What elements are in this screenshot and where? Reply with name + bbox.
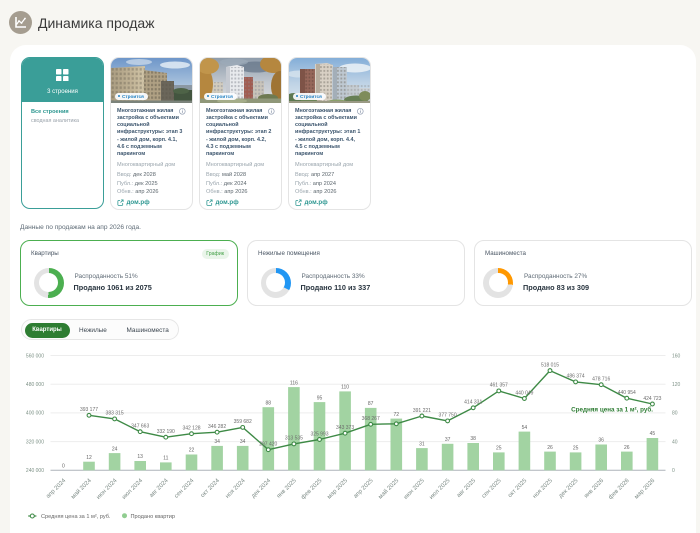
svg-text:мар 2025: мар 2025 bbox=[327, 478, 350, 501]
svg-text:дек 2024: дек 2024 bbox=[251, 478, 273, 500]
svg-text:июн 2024: июн 2024 bbox=[96, 478, 119, 501]
svg-text:40: 40 bbox=[672, 439, 678, 445]
svg-text:478 716: 478 716 bbox=[592, 377, 610, 383]
svg-text:347 663: 347 663 bbox=[131, 424, 149, 430]
svg-text:0: 0 bbox=[672, 468, 675, 474]
svg-text:240 000: 240 000 bbox=[26, 468, 44, 474]
svg-text:26: 26 bbox=[547, 445, 553, 451]
svg-text:440 954: 440 954 bbox=[618, 390, 636, 396]
svg-text:ноя 2025: ноя 2025 bbox=[532, 478, 554, 500]
svg-text:560 000: 560 000 bbox=[26, 353, 44, 359]
svg-text:11: 11 bbox=[163, 456, 168, 462]
svg-text:34: 34 bbox=[214, 439, 220, 445]
svg-text:120: 120 bbox=[672, 382, 681, 388]
svg-text:359 682: 359 682 bbox=[234, 419, 252, 425]
svg-text:июл 2024: июл 2024 bbox=[121, 478, 144, 501]
svg-text:май 2025: май 2025 bbox=[377, 477, 401, 501]
svg-text:110: 110 bbox=[341, 385, 349, 391]
svg-text:80: 80 bbox=[672, 411, 678, 417]
svg-text:июл 2025: июл 2025 bbox=[429, 478, 452, 501]
svg-text:апр 2024: апр 2024 bbox=[45, 478, 67, 500]
svg-text:авг 2024: авг 2024 bbox=[149, 478, 170, 499]
svg-text:313 535: 313 535 bbox=[285, 436, 303, 442]
svg-text:325 993: 325 993 bbox=[310, 431, 328, 437]
svg-text:486 374: 486 374 bbox=[567, 374, 585, 380]
svg-text:дек 2025: дек 2025 bbox=[558, 478, 580, 500]
svg-text:377 750: 377 750 bbox=[439, 413, 457, 419]
svg-text:461 357: 461 357 bbox=[490, 383, 508, 389]
svg-text:383 315: 383 315 bbox=[106, 411, 124, 417]
svg-text:440 049: 440 049 bbox=[515, 390, 533, 396]
svg-text:25: 25 bbox=[496, 446, 502, 452]
svg-text:37: 37 bbox=[445, 437, 451, 443]
svg-text:май 2024: май 2024 bbox=[70, 477, 94, 501]
svg-text:ноя 2024: ноя 2024 bbox=[225, 478, 247, 500]
svg-text:391 221: 391 221 bbox=[413, 408, 431, 414]
svg-text:393 177: 393 177 bbox=[80, 407, 98, 413]
svg-text:414 331: 414 331 bbox=[464, 400, 482, 406]
svg-text:Продано квартир: Продано квартир bbox=[131, 514, 176, 520]
svg-text:332 190: 332 190 bbox=[157, 429, 175, 435]
svg-text:38: 38 bbox=[470, 436, 476, 442]
svg-text:янв 2025: янв 2025 bbox=[276, 478, 298, 500]
svg-text:368 267: 368 267 bbox=[362, 416, 380, 422]
svg-text:24: 24 bbox=[112, 446, 118, 452]
svg-text:34: 34 bbox=[240, 439, 246, 445]
svg-text:0: 0 bbox=[62, 464, 65, 470]
svg-text:424 723: 424 723 bbox=[643, 396, 661, 402]
svg-text:Средняя цена за 1 м², руб.: Средняя цена за 1 м², руб. bbox=[571, 406, 653, 414]
svg-text:апр 2025: апр 2025 bbox=[353, 478, 375, 500]
svg-text:116: 116 bbox=[290, 380, 298, 386]
svg-text:фев 2025: фев 2025 bbox=[300, 478, 323, 501]
svg-text:окт 2024: окт 2024 bbox=[200, 478, 222, 500]
svg-text:518 015: 518 015 bbox=[541, 362, 559, 368]
svg-text:480 000: 480 000 bbox=[26, 382, 44, 388]
svg-text:12: 12 bbox=[86, 455, 92, 461]
svg-text:160: 160 bbox=[672, 353, 681, 359]
svg-text:95: 95 bbox=[317, 395, 323, 401]
svg-text:Средняя цена за 1 м², руб.: Средняя цена за 1 м², руб. bbox=[41, 514, 111, 520]
svg-text:54: 54 bbox=[522, 425, 528, 431]
svg-text:фев 2026: фев 2026 bbox=[608, 478, 631, 501]
svg-text:343 373: 343 373 bbox=[336, 425, 354, 431]
svg-text:26: 26 bbox=[624, 445, 630, 451]
svg-text:88: 88 bbox=[266, 400, 272, 406]
svg-text:400 000: 400 000 bbox=[26, 411, 44, 417]
svg-text:25: 25 bbox=[573, 446, 579, 452]
svg-text:22: 22 bbox=[189, 448, 195, 454]
svg-text:346 282: 346 282 bbox=[208, 424, 226, 430]
svg-text:72: 72 bbox=[394, 412, 400, 418]
svg-text:окт 2025: окт 2025 bbox=[507, 478, 529, 500]
svg-text:31: 31 bbox=[419, 441, 425, 447]
svg-text:342 128: 342 128 bbox=[182, 426, 200, 432]
svg-text:45: 45 bbox=[650, 431, 656, 437]
svg-text:сен 2025: сен 2025 bbox=[481, 478, 503, 500]
svg-text:13: 13 bbox=[137, 454, 143, 460]
svg-text:июн 2025: июн 2025 bbox=[403, 478, 426, 501]
svg-text:297 420: 297 420 bbox=[259, 442, 277, 448]
svg-text:36: 36 bbox=[598, 438, 604, 444]
svg-text:авг 2025: авг 2025 bbox=[456, 478, 477, 499]
svg-text:320 000: 320 000 bbox=[26, 439, 44, 445]
svg-text:янв 2026: янв 2026 bbox=[583, 478, 605, 500]
svg-text:мар 2026: мар 2026 bbox=[634, 478, 657, 501]
svg-text:87: 87 bbox=[368, 401, 374, 407]
svg-text:сен 2024: сен 2024 bbox=[174, 478, 196, 500]
